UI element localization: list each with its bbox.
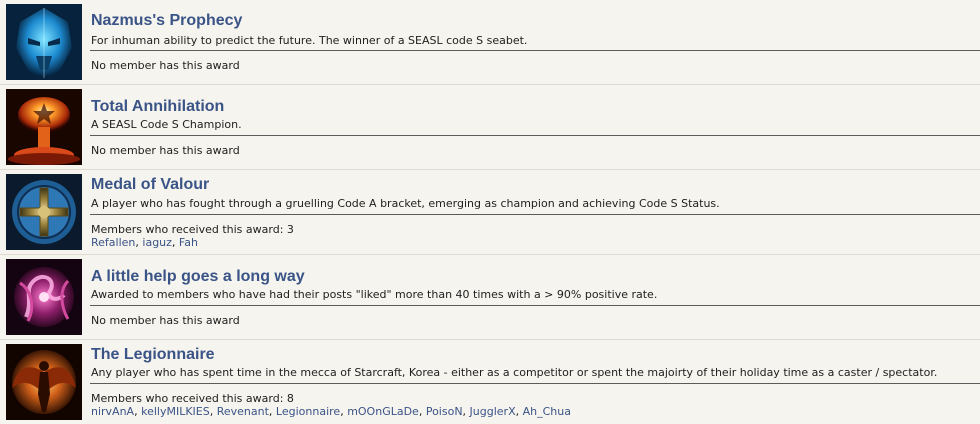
member-link[interactable]: JugglerX xyxy=(470,405,516,418)
award-description: Any player who has spent time in the mec… xyxy=(91,366,938,379)
award-row: A little help goes a long way Awarded to… xyxy=(0,255,980,340)
member-link[interactable]: mOOnGLaDe xyxy=(347,405,419,418)
award-status: Members who received this award: 3 xyxy=(91,223,294,236)
member-link[interactable]: PoisoN xyxy=(426,405,463,418)
award-member-list: Refallen, iaguz, Fah xyxy=(91,236,198,249)
member-separator: , xyxy=(418,405,426,418)
member-separator: , xyxy=(515,405,523,418)
award-title: A little help goes a long way xyxy=(91,268,305,285)
award-status: No member has this award xyxy=(91,314,240,327)
member-separator: , xyxy=(209,405,217,418)
member-link[interactable]: Refallen xyxy=(91,236,135,249)
divider xyxy=(90,50,980,51)
member-separator: , xyxy=(268,405,276,418)
member-link[interactable]: iaguz xyxy=(142,236,172,249)
award-title: Medal of Valour xyxy=(91,176,210,193)
award-description: Awarded to members who have had their po… xyxy=(91,288,658,301)
medal-icon xyxy=(6,174,82,250)
award-title: The Legionnaire xyxy=(91,346,215,363)
award-row: The Legionnaire Any player who has spent… xyxy=(0,340,980,424)
blue-mask-icon xyxy=(6,4,82,80)
award-description: For inhuman ability to predict the futur… xyxy=(91,34,528,47)
award-status: No member has this award xyxy=(91,144,240,157)
award-status: Members who received this award: 8 xyxy=(91,392,294,405)
member-link[interactable]: nirvAnA xyxy=(91,405,134,418)
divider xyxy=(90,305,980,306)
divider xyxy=(90,214,980,215)
mushroom-cloud-icon xyxy=(6,89,82,165)
member-separator: , xyxy=(171,236,179,249)
award-row: Nazmus's Prophecy For inhuman ability to… xyxy=(0,0,980,85)
member-link[interactable]: Ah_Chua xyxy=(523,405,571,418)
member-link[interactable]: Fah xyxy=(179,236,198,249)
divider xyxy=(90,383,980,384)
award-row: Total Annihilation A SEASL Code S Champi… xyxy=(0,85,980,170)
member-link[interactable]: Revenant xyxy=(217,405,269,418)
award-title: Nazmus's Prophecy xyxy=(91,12,243,29)
divider xyxy=(90,135,980,136)
member-separator: , xyxy=(462,405,470,418)
member-link[interactable]: kellyMILKIES xyxy=(141,405,210,418)
award-status: No member has this award xyxy=(91,59,240,72)
winged-figure-icon xyxy=(6,344,82,420)
award-row: Medal of Valour A player who has fought … xyxy=(0,170,980,255)
award-title: Total Annihilation xyxy=(91,98,225,115)
award-description: A player who has fought through a gruell… xyxy=(91,197,720,210)
award-description: A SEASL Code S Champion. xyxy=(91,118,242,131)
member-link[interactable]: Legionnaire xyxy=(276,405,340,418)
pink-tentacle-icon xyxy=(6,259,82,335)
award-member-list: nirvAnA, kellyMILKIES, Revenant, Legionn… xyxy=(91,405,571,418)
